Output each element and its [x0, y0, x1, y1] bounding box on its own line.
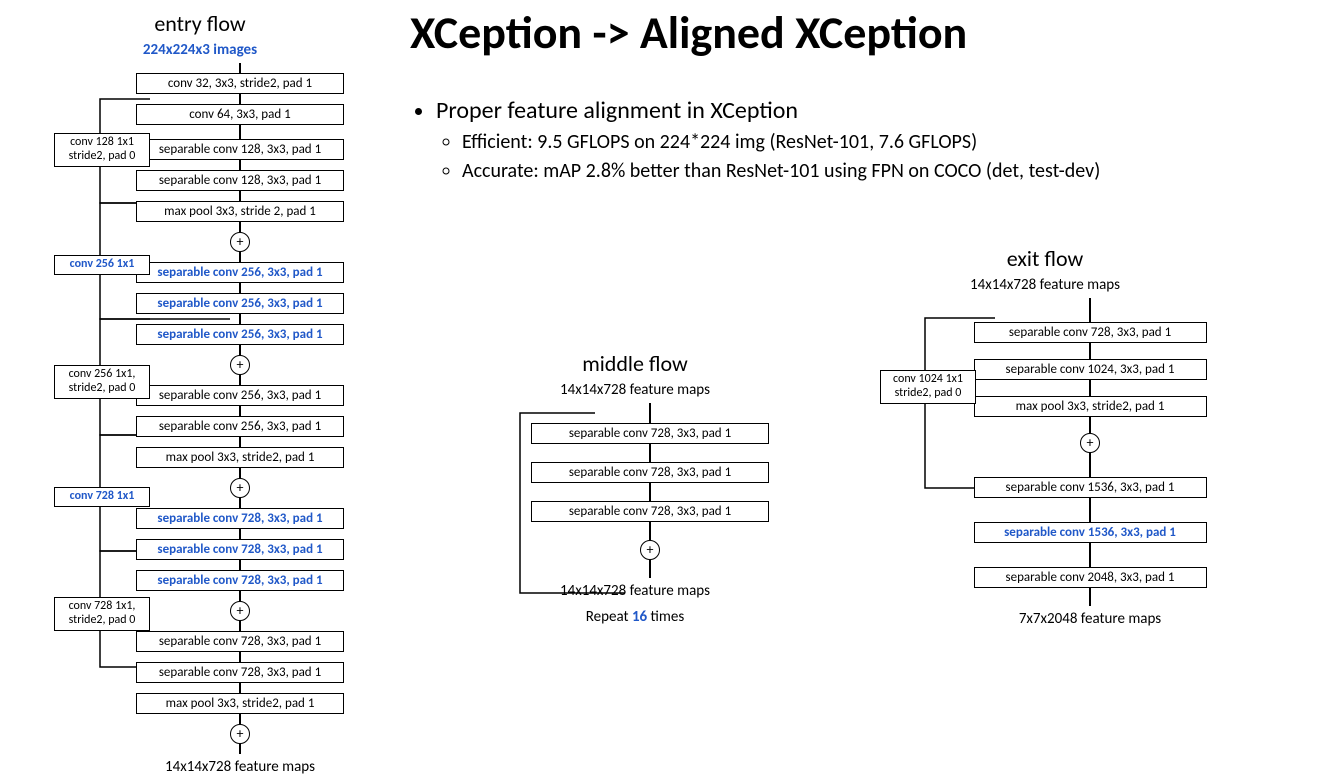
entry-g4c: separable conv 728, 3x3, pad 1	[136, 570, 344, 591]
entry-input: 224x224x3 images	[40, 41, 360, 59]
exit-b3: separable conv 2048, 3x3, pad 1	[974, 567, 1207, 588]
middle-out: 14x14x728 feature maps	[500, 582, 770, 600]
exit-b2: separable conv 1536, 3x3, pad 1	[974, 522, 1207, 543]
entry-title: entry flow	[40, 10, 360, 37]
exit-g1a: separable conv 728, 3x3, pad 1	[974, 322, 1207, 343]
bullet-main: Proper feature alignment in XCeption	[436, 95, 1100, 127]
entry-flow: entry flow 224x224x3 images conv 32, 3x3…	[40, 10, 360, 776]
add-icon: +	[230, 232, 250, 252]
bullet-sub1: Efficient: 9.5 GFLOPS on 224*224 img (Re…	[462, 129, 1100, 156]
entry-b1: conv 32, 3x3, stride2, pad 1	[136, 73, 344, 94]
entry-s5: conv 728 1x1, stride2, pad 0	[54, 597, 150, 631]
entry-s1: conv 128 1x1 stride2, pad 0	[54, 133, 150, 167]
entry-g2a: separable conv 256, 3x3, pad 1	[136, 262, 344, 283]
bullet-list: Proper feature alignment in XCeption Eff…	[410, 95, 1100, 187]
middle-flow: middle flow 14x14x728 feature maps separ…	[500, 350, 770, 626]
exit-title: exit flow	[880, 245, 1210, 272]
entry-g3b: separable conv 256, 3x3, pad 1	[136, 416, 344, 437]
entry-b2: conv 64, 3x3, pad 1	[136, 104, 344, 125]
slide-title: XCeption -> Aligned XCeption	[410, 5, 967, 61]
entry-g1a: separable conv 128, 3x3, pad 1	[136, 139, 344, 160]
middle-repeat: Repeat 16 times	[500, 608, 770, 626]
add-icon: +	[230, 601, 250, 621]
exit-out: 7x7x2048 feature maps	[975, 610, 1205, 628]
entry-g3a: separable conv 256, 3x3, pad 1	[136, 385, 344, 406]
entry-g4a: separable conv 728, 3x3, pad 1	[136, 508, 344, 529]
bullet-sub2: Accurate: mAP 2.8% better than ResNet-10…	[462, 158, 1100, 185]
add-icon: +	[230, 724, 250, 744]
exit-g1c: max pool 3x3, stride2, pad 1	[974, 396, 1207, 417]
middle-b3: separable conv 728, 3x3, pad 1	[531, 501, 769, 522]
entry-out: 14x14x728 feature maps	[130, 758, 350, 776]
entry-s4: conv 728 1x1	[54, 487, 150, 507]
exit-in: 14x14x728 feature maps	[880, 276, 1210, 294]
middle-b1: separable conv 728, 3x3, pad 1	[531, 423, 769, 444]
exit-b1: separable conv 1536, 3x3, pad 1	[974, 477, 1207, 498]
entry-s3: conv 256 1x1, stride2, pad 0	[54, 365, 150, 399]
middle-b2: separable conv 728, 3x3, pad 1	[531, 462, 769, 483]
entry-g4b: separable conv 728, 3x3, pad 1	[136, 539, 344, 560]
entry-g5b: separable conv 728, 3x3, pad 1	[136, 662, 344, 683]
entry-g2c: separable conv 256, 3x3, pad 1	[136, 324, 344, 345]
entry-g5a: separable conv 728, 3x3, pad 1	[136, 631, 344, 652]
exit-flow: exit flow 14x14x728 feature maps separab…	[880, 245, 1210, 628]
middle-in: 14x14x728 feature maps	[500, 381, 770, 399]
exit-s1: conv 1024 1x1 stride2, pad 0	[880, 370, 976, 404]
entry-s2: conv 256 1x1	[54, 255, 150, 275]
middle-title: middle flow	[500, 350, 770, 377]
add-icon: +	[1080, 433, 1100, 453]
entry-g3c: max pool 3x3, stride2, pad 1	[136, 447, 344, 468]
entry-g1c: max pool 3x3, stride 2, pad 1	[136, 201, 344, 222]
exit-g1b: separable conv 1024, 3x3, pad 1	[974, 359, 1207, 380]
entry-g5c: max pool 3x3, stride2, pad 1	[136, 693, 344, 714]
entry-g2b: separable conv 256, 3x3, pad 1	[136, 293, 344, 314]
add-icon: +	[640, 540, 660, 560]
add-icon: +	[230, 355, 250, 375]
add-icon: +	[230, 478, 250, 498]
entry-g1b: separable conv 128, 3x3, pad 1	[136, 170, 344, 191]
